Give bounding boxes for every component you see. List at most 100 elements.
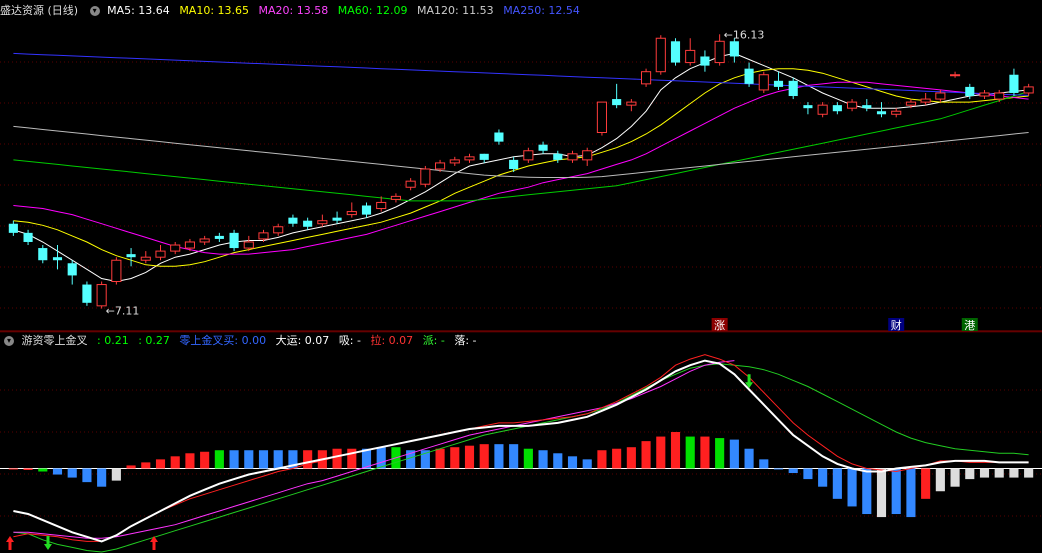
indicator-bar xyxy=(244,450,254,469)
candle-body xyxy=(464,156,475,161)
indicator-bar xyxy=(906,468,916,518)
candle-body xyxy=(199,238,210,243)
candle-body xyxy=(935,92,946,100)
indicator-bar xyxy=(52,468,63,475)
candle-body xyxy=(8,223,18,233)
indicator-bar xyxy=(876,468,887,518)
candle-body xyxy=(494,132,504,142)
stock-title[interactable]: 盛达资源 (日线) xyxy=(0,4,78,17)
stock-chart[interactable]: ←16.13 ←7.11 涨 财 港 xyxy=(0,0,1042,553)
indicator-bar xyxy=(626,447,636,469)
candle-body xyxy=(317,220,328,225)
candle-body xyxy=(38,248,48,261)
low-price-label: ←7.11 xyxy=(106,305,140,318)
indicator-bar xyxy=(464,445,475,469)
candle-body xyxy=(758,74,769,91)
indicator-bar xyxy=(450,447,460,469)
indicator-bar xyxy=(950,468,960,487)
indicator-bar xyxy=(641,441,651,469)
indicator-bar xyxy=(435,448,445,469)
indicator-bar xyxy=(670,432,681,469)
high-price-label: ←16.13 xyxy=(724,28,765,41)
candle-body xyxy=(596,101,607,134)
candle-body xyxy=(582,150,593,161)
candle-body xyxy=(817,104,828,115)
candle-body xyxy=(905,101,916,106)
candle-body xyxy=(82,284,92,303)
ma-line-ma10 xyxy=(13,68,1029,267)
candle-body xyxy=(229,232,239,249)
candle-body xyxy=(376,201,387,210)
ma-line-ma120 xyxy=(13,125,1029,178)
settings-circle-icon[interactable]: ▾ xyxy=(89,6,100,16)
indicator-bar xyxy=(744,448,754,469)
candle-body xyxy=(876,111,887,115)
indicator-bar xyxy=(273,450,283,469)
indicator-bar xyxy=(185,453,195,469)
candle-body xyxy=(67,263,77,276)
ind-zero-gold-cross: 零上金叉买: 0.00 xyxy=(179,334,267,347)
candle-body xyxy=(140,256,151,261)
indicator-bar xyxy=(523,448,533,469)
candle-body xyxy=(950,74,961,77)
ind-dayun: 大运: 0.07 xyxy=(275,334,330,347)
upper-header: 盛达资源 (日线) ▾ MA5: 13.64 MA10: 13.65 MA20:… xyxy=(0,2,586,20)
indicator-bar xyxy=(303,450,313,469)
ma5-label: MA5: 13.64 xyxy=(107,4,170,17)
candle-body xyxy=(243,241,254,249)
candle-body xyxy=(612,99,622,106)
event-marker: 涨 xyxy=(714,319,725,332)
indicator-bar xyxy=(1009,468,1019,478)
indicator-bar xyxy=(773,468,784,470)
candle-body xyxy=(567,153,578,161)
candle-body xyxy=(847,101,858,109)
indicator-bar xyxy=(258,450,269,469)
candle-body xyxy=(803,105,813,109)
indicator-bar xyxy=(97,468,107,487)
candle-body xyxy=(405,180,416,188)
candle-body xyxy=(96,284,107,307)
indicator-bar xyxy=(979,468,990,478)
ind-luo: 落: - xyxy=(454,334,477,347)
indicator-bar xyxy=(862,468,872,515)
candle-body xyxy=(744,68,754,84)
candle-body xyxy=(346,211,357,216)
candle-body xyxy=(155,250,166,258)
candle-body xyxy=(184,241,195,249)
candle-body xyxy=(214,235,224,239)
indicator-settings-icon[interactable]: ▾ xyxy=(4,336,14,346)
indicator-bar xyxy=(229,450,239,469)
indicator-bar xyxy=(612,448,622,469)
ind-pai: 派: - xyxy=(422,334,445,347)
candle-body xyxy=(273,226,284,234)
indicator-title[interactable]: 游资零上金叉 xyxy=(22,334,88,347)
candle-body xyxy=(832,105,842,112)
candle-body xyxy=(862,105,872,109)
indicator-bar xyxy=(597,450,607,469)
ma-line-ma5 xyxy=(13,52,1029,283)
candle-body xyxy=(965,86,975,97)
indicator-bar xyxy=(832,468,842,499)
ind-la: 拉: 0.07 xyxy=(370,334,414,347)
candle-body xyxy=(361,205,372,215)
indicator-bar xyxy=(200,451,210,469)
indicator-bar xyxy=(479,444,489,469)
indicator-bar xyxy=(847,468,857,507)
candle-body xyxy=(111,259,122,283)
candle-body xyxy=(1009,74,1019,93)
lower-header: ▾ 游资零上金叉 : 0.21 : 0.27 零上金叉买: 0.00 大运: 0… xyxy=(0,332,483,350)
candle-body xyxy=(714,40,725,64)
indicator-bar xyxy=(994,468,1004,478)
indicator-bar xyxy=(141,462,151,469)
ma20-label: MA20: 13.58 xyxy=(258,4,329,17)
candle-body xyxy=(553,153,563,160)
indicator-bar xyxy=(376,447,386,469)
candle-body xyxy=(670,41,681,63)
candle-body xyxy=(170,244,181,252)
indicator-bar xyxy=(509,444,519,469)
indicator-bar xyxy=(965,468,975,480)
indicator-bar xyxy=(214,450,224,469)
indicator-bar xyxy=(656,436,666,469)
indicator-bar xyxy=(553,453,563,469)
ma120-label: MA120: 11.53 xyxy=(416,4,494,17)
